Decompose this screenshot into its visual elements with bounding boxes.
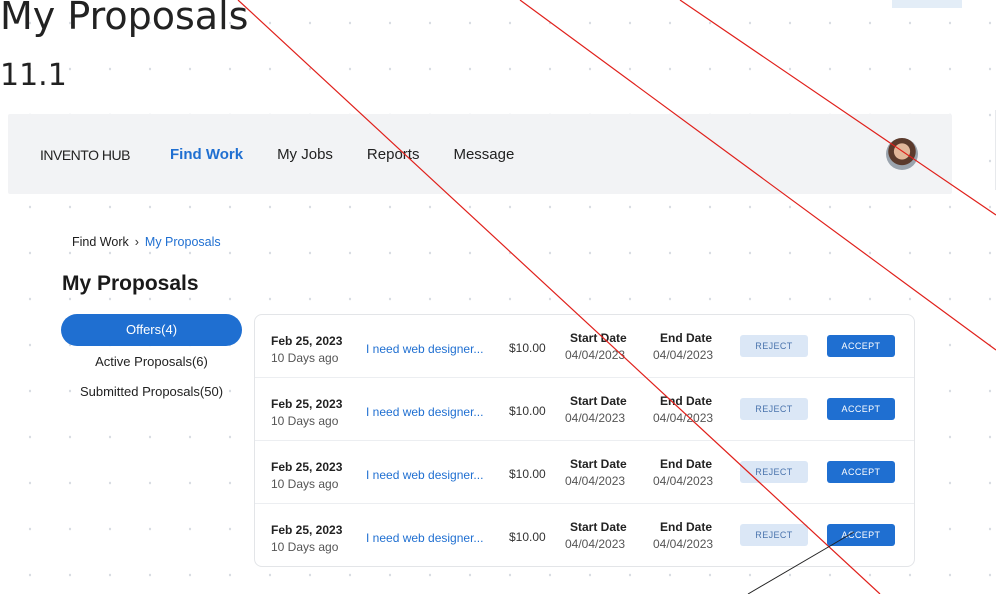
proposal-row: Feb 25, 2023 10 Days ago I need web desi…	[255, 441, 914, 504]
proposal-age: 10 Days ago	[271, 477, 339, 491]
proposal-title-link[interactable]: I need web designer...	[366, 468, 483, 482]
end-date-value: 04/04/2023	[653, 537, 714, 551]
end-date-value: 04/04/2023	[653, 348, 714, 362]
nav-message[interactable]: Message	[453, 146, 514, 163]
proposal-age: 10 Days ago	[271, 414, 339, 428]
filter-offers[interactable]: Offers(4)	[61, 314, 242, 346]
end-date-label: End Date	[660, 331, 713, 345]
page-title: My Proposals	[0, 0, 249, 38]
breadcrumb-separator: ›	[134, 235, 139, 249]
accept-button[interactable]: ACCEPT	[827, 461, 895, 483]
user-avatar-icon[interactable]	[886, 138, 918, 170]
breadcrumb-current: My Proposals	[144, 235, 221, 249]
start-date-value: 04/04/2023	[565, 474, 626, 488]
end-date-label: End Date	[660, 457, 713, 471]
proposal-price: $10.00	[509, 404, 546, 418]
reject-button[interactable]: REJECT	[740, 461, 808, 483]
start-date-label: Start Date	[570, 331, 627, 345]
proposal-price: $10.00	[509, 341, 546, 355]
reject-button[interactable]: REJECT	[740, 398, 808, 420]
page-subtitle: 11.1	[0, 58, 67, 93]
proposal-date: Feb 25, 2023	[271, 397, 343, 411]
start-date-value: 04/04/2023	[565, 411, 626, 425]
proposals-list: Feb 25, 2023 10 Days ago I need web desi…	[254, 314, 915, 567]
nav-reports[interactable]: Reports	[367, 146, 420, 163]
start-date-value: 04/04/2023	[565, 348, 626, 362]
proposal-age: 10 Days ago	[271, 351, 339, 365]
accept-button[interactable]: ACCEPT	[827, 335, 895, 357]
section-title: My Proposals	[62, 272, 199, 295]
proposal-title-link[interactable]: I need web designer...	[366, 531, 483, 545]
end-date-label: End Date	[660, 520, 713, 534]
proposal-age: 10 Days ago	[271, 540, 339, 554]
start-date-label: Start Date	[570, 457, 627, 471]
proposal-date: Feb 25, 2023	[271, 523, 343, 537]
reject-button[interactable]: REJECT	[740, 335, 808, 357]
reject-button[interactable]: REJECT	[740, 524, 808, 546]
breadcrumb-find-work[interactable]: Find Work	[72, 235, 129, 249]
proposal-filter-menu: Offers(4) Active Proposals(6) Submitted …	[61, 314, 242, 408]
proposal-date: Feb 25, 2023	[271, 334, 343, 348]
filter-active-proposals[interactable]: Active Proposals(6)	[61, 346, 242, 378]
end-date-label: End Date	[660, 394, 713, 408]
start-date-label: Start Date	[570, 394, 627, 408]
nav-my-jobs[interactable]: My Jobs	[277, 146, 333, 163]
breadcrumb: Find Work › My Proposals	[72, 235, 221, 249]
end-date-value: 04/04/2023	[653, 474, 714, 488]
proposal-row: Feb 25, 2023 10 Days ago I need web desi…	[255, 504, 914, 566]
top-tab-stub	[892, 0, 962, 8]
start-date-value: 04/04/2023	[565, 537, 626, 551]
main-nav: Find Work My Jobs Reports Message	[170, 146, 514, 163]
brand-logo[interactable]: INVENTO HUB	[40, 147, 130, 163]
accept-button[interactable]: ACCEPT	[827, 398, 895, 420]
end-date-value: 04/04/2023	[653, 411, 714, 425]
proposal-title-link[interactable]: I need web designer...	[366, 342, 483, 356]
top-navbar: INVENTO HUB Find Work My Jobs Reports Me…	[8, 114, 952, 194]
proposal-title-link[interactable]: I need web designer...	[366, 405, 483, 419]
proposal-price: $10.00	[509, 530, 546, 544]
start-date-label: Start Date	[570, 520, 627, 534]
nav-find-work[interactable]: Find Work	[170, 146, 243, 163]
proposal-price: $10.00	[509, 467, 546, 481]
accept-button[interactable]: ACCEPT	[827, 524, 895, 546]
filter-submitted-proposals[interactable]: Submitted Proposals(50)	[61, 376, 242, 408]
proposal-date: Feb 25, 2023	[271, 460, 343, 474]
proposal-row: Feb 25, 2023 10 Days ago I need web desi…	[255, 378, 914, 441]
proposal-row: Feb 25, 2023 10 Days ago I need web desi…	[255, 315, 914, 378]
